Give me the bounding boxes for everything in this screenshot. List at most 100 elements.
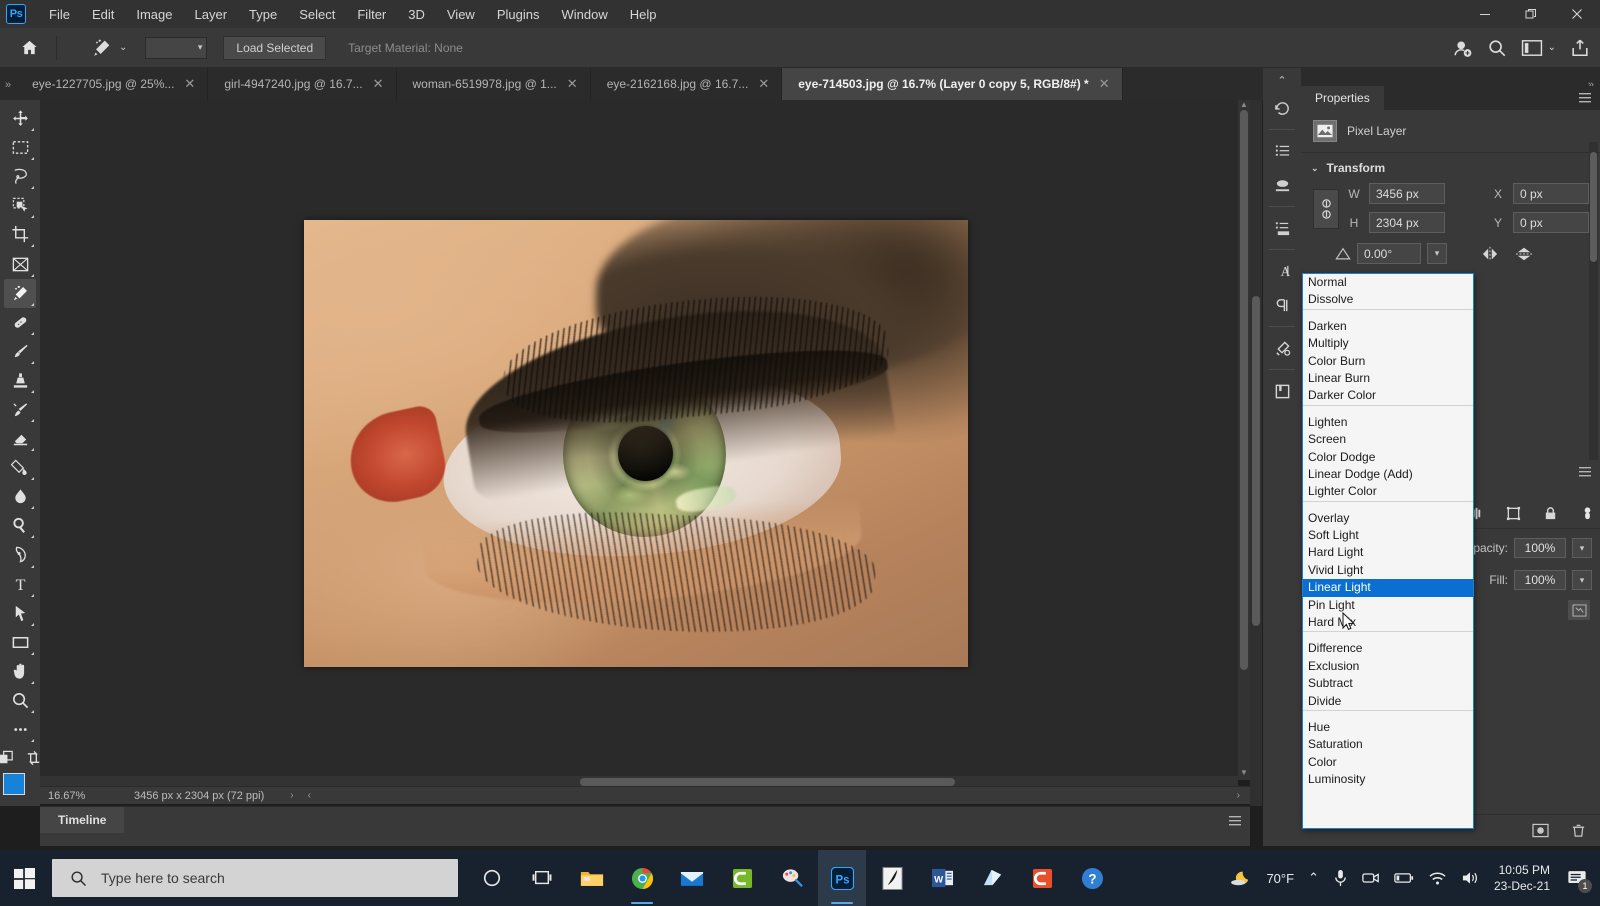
camtasia-icon[interactable] — [718, 850, 766, 906]
menu-item-type[interactable]: Type — [238, 3, 288, 26]
task-view-icon[interactable] — [518, 850, 566, 906]
history-brush-tool[interactable] — [4, 395, 36, 424]
volume-icon[interactable] — [1461, 870, 1480, 886]
tool-preset-combo[interactable]: ▾ — [145, 36, 208, 59]
blend-mode-option[interactable]: Soft Light — [1303, 527, 1473, 544]
blend-mode-option[interactable]: Saturation — [1303, 736, 1473, 753]
blend-mode-option[interactable]: Lighter Color — [1303, 483, 1473, 500]
y-field[interactable]: 0 px — [1513, 212, 1589, 233]
angle-field[interactable]: 0.00° — [1357, 243, 1421, 264]
object-selection-tool[interactable] — [4, 191, 36, 220]
dodge-tool[interactable] — [4, 511, 36, 540]
panel-menu-icon[interactable] — [1228, 815, 1242, 827]
color-swatches[interactable] — [3, 773, 37, 808]
brush-tool[interactable] — [4, 337, 36, 366]
blend-mode-option[interactable]: Linear Burn — [1303, 370, 1473, 387]
menu-item-select[interactable]: Select — [288, 3, 346, 26]
menu-item-file[interactable]: File — [38, 3, 81, 26]
blend-mode-option[interactable]: Exclusion — [1303, 658, 1473, 675]
menu-item-image[interactable]: Image — [125, 3, 183, 26]
blend-mode-option[interactable]: Color Burn — [1303, 353, 1473, 370]
paint-icon[interactable] — [768, 850, 816, 906]
fill-dropdown-icon[interactable]: ▾ — [1572, 570, 1592, 590]
link-constrain-icon[interactable] — [1313, 189, 1339, 229]
spot-healing-brush-tool[interactable] — [4, 308, 36, 337]
move-tool[interactable] — [4, 104, 36, 133]
opacity-value[interactable]: 100% — [1514, 538, 1566, 558]
menu-item-plugins[interactable]: Plugins — [486, 3, 551, 26]
blend-mode-option[interactable]: Divide — [1303, 693, 1473, 710]
x-field[interactable]: 0 px — [1513, 183, 1589, 204]
lock-all-icon[interactable] — [1543, 506, 1558, 521]
status-right-arrow[interactable]: › — [1237, 790, 1250, 801]
blend-mode-option[interactable]: Color — [1303, 754, 1473, 771]
add-mask-icon[interactable] — [1532, 823, 1549, 838]
scrollbar-thumb[interactable] — [1590, 152, 1597, 262]
tab-properties[interactable]: Properties — [1301, 86, 1384, 110]
menu-item-layer[interactable]: Layer — [184, 3, 239, 26]
chevron-down-icon[interactable]: ⌄ — [1548, 42, 1556, 53]
height-field[interactable]: 2304 px — [1369, 212, 1445, 233]
dock-scrollbar[interactable] — [1250, 100, 1262, 806]
tray-expand-icon[interactable]: ⌃ — [1308, 870, 1319, 886]
canvas-area[interactable] — [40, 100, 1250, 780]
chevron-down-icon[interactable]: ⌄ — [1311, 163, 1319, 174]
blend-mode-option[interactable]: Overlay — [1303, 510, 1473, 527]
blend-mode-option[interactable]: Screen — [1303, 431, 1473, 448]
close-button[interactable] — [1554, 0, 1600, 28]
camera-icon[interactable] — [1362, 870, 1380, 886]
lock-position-icon[interactable] — [1506, 506, 1521, 521]
document-tab[interactable]: eye-2162168.jpg @ 16.7... ✕ — [590, 68, 783, 100]
blend-mode-option[interactable]: Pin Light — [1303, 597, 1473, 614]
document-tab[interactable]: eye-1227705.jpg @ 25%... ✕ — [16, 68, 209, 100]
scroll-down-arrow[interactable]: ▼ — [1238, 768, 1250, 780]
camtasia-recorder-icon[interactable] — [1018, 850, 1066, 906]
current-tool-icon[interactable]: ⌄ — [87, 34, 131, 62]
lock-artboard-icon[interactable] — [1580, 506, 1595, 521]
blend-mode-option[interactable]: Vivid Light — [1303, 562, 1473, 579]
history-panel-icon[interactable] — [1267, 93, 1297, 123]
zoom-level[interactable]: 16.67% — [40, 790, 118, 802]
type-tool[interactable]: T — [4, 570, 36, 599]
close-icon[interactable]: ✕ — [184, 76, 195, 92]
document-tab[interactable]: woman-6519978.jpg @ 1... ✕ — [396, 68, 591, 100]
lasso-tool[interactable] — [4, 162, 36, 191]
eyedropper-tool[interactable] — [4, 278, 36, 308]
document-tab[interactable]: eye-714503.jpg @ 16.7% (Layer 0 copy 5, … — [782, 68, 1123, 100]
photoshop-icon[interactable]: Ps — [818, 850, 866, 906]
tool-presets-icon[interactable] — [1267, 333, 1297, 363]
battery-icon[interactable] — [1394, 871, 1414, 885]
blur-tool[interactable] — [4, 482, 36, 511]
actions-panel-icon[interactable] — [1267, 136, 1297, 166]
wifi-icon[interactable] — [1428, 871, 1447, 886]
blend-mode-option[interactable]: Linear Dodge (Add) — [1303, 466, 1473, 483]
angle-dropdown-icon[interactable]: ▾ — [1427, 243, 1447, 264]
brush-settings-icon[interactable] — [1267, 170, 1297, 200]
foreground-color-swatch[interactable] — [3, 773, 25, 796]
tool-preset-caret[interactable]: ⌄ — [119, 42, 127, 53]
clone-stamp-tool[interactable] — [4, 366, 36, 395]
hand-tool[interactable] — [4, 657, 36, 686]
search-input[interactable]: Type here to search — [101, 870, 225, 886]
google-chrome-icon[interactable] — [618, 850, 666, 906]
libraries-panel-icon[interactable] — [1267, 376, 1297, 406]
mail-icon[interactable] — [668, 850, 716, 906]
width-field[interactable]: 3456 px — [1369, 183, 1445, 204]
blend-mode-option[interactable]: Normal — [1303, 274, 1473, 291]
restore-button[interactable] — [1508, 0, 1554, 28]
menu-item-edit[interactable]: Edit — [81, 3, 125, 26]
blend-mode-option[interactable]: Hard Light — [1303, 544, 1473, 561]
crop-tool[interactable] — [4, 220, 36, 249]
taskbar-search-box[interactable]: Type here to search — [52, 859, 458, 897]
transform-section-header[interactable]: ⌄ Transform — [1301, 153, 1600, 183]
collapse-panels-icon[interactable]: ⌃ — [1277, 74, 1286, 87]
properties-scrollbar[interactable] — [1589, 142, 1598, 502]
blend-mode-option[interactable]: Hue — [1303, 719, 1473, 736]
blend-mode-option[interactable]: Subtract — [1303, 675, 1473, 692]
close-icon[interactable]: ✕ — [373, 76, 384, 92]
tabs-overflow-icon[interactable]: » — [0, 79, 16, 100]
document-artboard[interactable] — [304, 220, 968, 667]
blend-mode-option[interactable]: Difference — [1303, 640, 1473, 657]
blend-mode-option[interactable]: Hard Mix — [1303, 614, 1473, 631]
export-icon[interactable] — [1570, 38, 1590, 58]
